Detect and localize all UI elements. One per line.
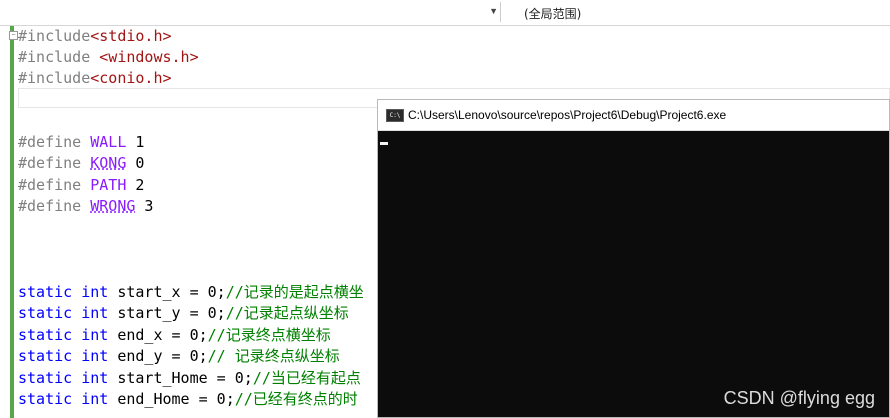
scope-selector-left[interactable]: ▼ bbox=[0, 2, 501, 22]
console-window[interactable]: C:\ C:\Users\Lenovo\source\repos\Project… bbox=[377, 99, 890, 418]
collapse-icon[interactable]: − bbox=[9, 31, 18, 40]
code-line-include-conio[interactable]: #include<conio.h> bbox=[18, 68, 172, 89]
code-line-end-home[interactable]: static int end_Home = 0;//已经有终点的时 bbox=[18, 389, 358, 410]
code-line-define-wrong[interactable]: #define WRONG 3 bbox=[18, 196, 153, 217]
console-app-icon: C:\ bbox=[386, 109, 404, 122]
code-line-start-x[interactable]: static int start_x = 0;//记录的是起点横坐 bbox=[18, 282, 364, 303]
navigation-bar: ▼ (全局范围) bbox=[0, 0, 890, 26]
change-tracking-bar bbox=[10, 26, 14, 418]
global-scope-label: (全局范围) bbox=[524, 7, 582, 21]
code-line-define-kong[interactable]: #define KONG 0 bbox=[18, 153, 144, 174]
code-line-define-path[interactable]: #define PATH 2 bbox=[18, 175, 144, 196]
console-title-bar[interactable]: C:\ C:\Users\Lenovo\source\repos\Project… bbox=[378, 100, 889, 131]
chevron-down-icon[interactable]: ▼ bbox=[489, 6, 498, 16]
console-cursor bbox=[380, 142, 388, 145]
code-line-include-windows[interactable]: #include <windows.h> bbox=[18, 47, 199, 68]
code-line-start-y[interactable]: static int start_y = 0;//记录起点纵坐标 bbox=[18, 303, 349, 324]
scope-selector-right[interactable]: (全局范围) bbox=[506, 2, 890, 22]
code-line-end-y[interactable]: static int end_y = 0;// 记录终点纵坐标 bbox=[18, 346, 340, 367]
code-line-start-home[interactable]: static int start_Home = 0;//当已经有起点 bbox=[18, 368, 361, 389]
watermark: CSDN @flying egg bbox=[723, 388, 875, 408]
console-title: C:\Users\Lenovo\source\repos\Project6\De… bbox=[408, 108, 727, 122]
code-line-end-x[interactable]: static int end_x = 0;//记录终点横坐标 bbox=[18, 325, 331, 346]
code-line-define-wall[interactable]: #define WALL 1 bbox=[18, 132, 144, 153]
code-line-include-stdio[interactable]: #include<stdio.h> bbox=[18, 26, 172, 47]
